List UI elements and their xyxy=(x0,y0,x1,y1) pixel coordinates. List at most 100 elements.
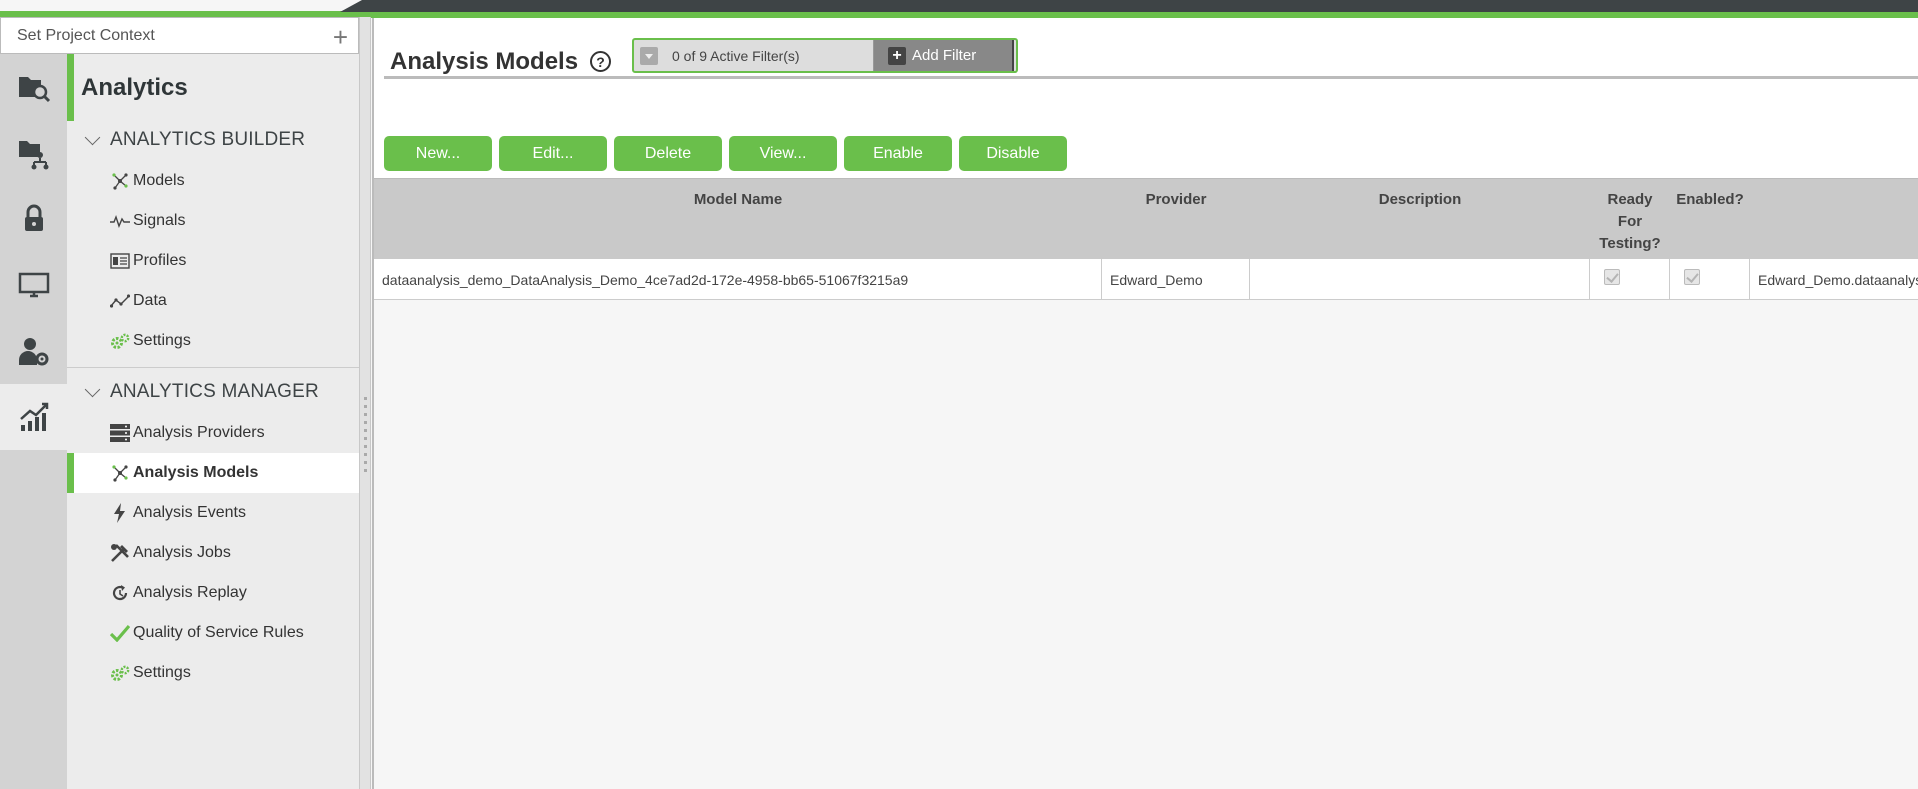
top-bar-slant xyxy=(340,0,362,12)
rail-folder-search[interactable] xyxy=(0,54,67,120)
table-row[interactable]: dataanalysis_demo_DataAnalysis_Demo_4ce7… xyxy=(374,259,1918,300)
toolbar: New... Edit... Delete View... Enable Dis… xyxy=(384,136,1074,171)
table-header: Model Name Provider Description Ready Fo… xyxy=(374,178,1918,259)
dropdown-arrow-icon xyxy=(640,46,658,65)
header-line: Ready xyxy=(1607,191,1653,208)
rail-lock[interactable] xyxy=(0,186,67,252)
checkmark-icon xyxy=(109,623,131,643)
nav-title: Analytics xyxy=(81,74,188,101)
active-filters-dropdown[interactable]: 0 of 9 Active Filter(s) xyxy=(634,40,874,71)
sidebar-item-models[interactable]: Models xyxy=(67,161,359,201)
new-button[interactable]: New... xyxy=(384,136,492,171)
nav-panel: Analytics ANALYTICS BUILDER Models Signa… xyxy=(67,54,359,789)
sidebar-item-label: Signals xyxy=(133,212,186,229)
sidebar-item-profiles[interactable]: Profiles xyxy=(67,241,359,281)
chevron-down-icon xyxy=(84,381,101,397)
header-line: For xyxy=(1617,213,1643,230)
user-gear-icon xyxy=(18,338,48,366)
cell-ready-for-testing xyxy=(1590,259,1670,300)
column-header-provider[interactable]: Provider xyxy=(1102,189,1250,211)
sidebar-item-label: Profiles xyxy=(133,252,187,269)
sidebar-item-label: Analysis Models xyxy=(133,464,259,481)
plus-icon: + xyxy=(888,46,906,65)
lock-icon xyxy=(24,204,43,231)
folder-tree-icon xyxy=(18,141,48,170)
profile-card-icon xyxy=(109,251,131,271)
sidebar-item-label: Analysis Jobs xyxy=(133,544,231,561)
plus-icon[interactable]: + xyxy=(333,22,348,53)
header-line: Testing? xyxy=(1599,235,1661,252)
server-stack-icon xyxy=(109,423,131,443)
filter-bar: 0 of 9 Active Filter(s) + Add Filter xyxy=(632,38,1018,73)
title-divider xyxy=(384,76,1918,79)
rail-monitor[interactable] xyxy=(0,252,67,318)
enabled-checkbox[interactable] xyxy=(1684,269,1700,285)
cell-description xyxy=(1250,259,1590,300)
sidebar-item-label: Analysis Events xyxy=(133,504,246,521)
icon-rail xyxy=(0,54,67,789)
panel-splitter[interactable] xyxy=(359,17,371,789)
section-analytics-builder[interactable]: ANALYTICS BUILDER xyxy=(84,129,305,151)
lightning-icon xyxy=(109,503,131,523)
tools-icon xyxy=(109,543,131,563)
sidebar-item-label: Settings xyxy=(133,332,191,349)
model-network-icon xyxy=(109,171,131,191)
sidebar-item-analysis-events[interactable]: Analysis Events xyxy=(67,493,359,533)
folder-search-icon xyxy=(18,77,50,103)
active-filters-label: 0 of 9 Active Filter(s) xyxy=(672,47,800,64)
sidebar-item-label: Settings xyxy=(133,664,191,681)
sidebar-item-analysis-jobs[interactable]: Analysis Jobs xyxy=(67,533,359,573)
ready-checkbox[interactable] xyxy=(1604,269,1620,285)
add-filter-button[interactable]: + Add Filter xyxy=(874,40,1014,71)
cell-provider: Edward_Demo xyxy=(1102,259,1250,300)
sidebar-item-qos-rules[interactable]: Quality of Service Rules xyxy=(67,613,359,653)
cell-enabled xyxy=(1670,259,1750,300)
sidebar-item-builder-settings[interactable]: Settings xyxy=(67,321,359,361)
rail-user-gear[interactable] xyxy=(0,318,67,384)
edit-button[interactable]: Edit... xyxy=(499,136,607,171)
enable-button[interactable]: Enable xyxy=(844,136,952,171)
column-header-enabled[interactable]: Enabled? xyxy=(1670,189,1750,211)
nav-divider xyxy=(67,367,359,368)
sidebar-item-signals[interactable]: Signals xyxy=(67,201,359,241)
replay-icon xyxy=(109,583,131,603)
sidebar-item-analysis-replay[interactable]: Analysis Replay xyxy=(67,573,359,613)
monitor-icon xyxy=(18,272,49,298)
project-context-placeholder: Set Project Context xyxy=(17,26,155,44)
model-network-icon xyxy=(109,463,131,483)
column-header-ready-for-testing[interactable]: Ready For Testing? xyxy=(1590,189,1670,255)
sidebar-item-analysis-models[interactable]: Analysis Models xyxy=(67,453,359,493)
add-filter-label: Add Filter xyxy=(912,47,977,64)
splitter-handle[interactable] xyxy=(364,397,367,477)
column-header-model-name[interactable]: Model Name xyxy=(374,189,1102,211)
data-line-icon xyxy=(109,291,131,311)
rail-folder-tree[interactable] xyxy=(0,120,67,186)
sidebar-item-label: Data xyxy=(133,292,167,309)
view-button[interactable]: View... xyxy=(729,136,837,171)
cell-extra: Edward_Demo.dataanalysis_demo xyxy=(1758,271,1918,288)
page-title: Analysis Models xyxy=(390,48,579,75)
sidebar-item-data[interactable]: Data xyxy=(67,281,359,321)
column-header-description[interactable]: Description xyxy=(1250,189,1590,211)
analytics-chart-icon xyxy=(19,402,48,431)
top-dark-bar xyxy=(362,0,1918,12)
main-header: Analysis Models ? 0 of 9 Active Filter(s… xyxy=(374,18,1918,178)
delete-button[interactable]: Delete xyxy=(614,136,722,171)
sidebar-item-analysis-providers[interactable]: Analysis Providers xyxy=(67,413,359,453)
gears-icon xyxy=(109,663,131,683)
sidebar-item-label: Models xyxy=(133,172,185,189)
sidebar-item-manager-settings[interactable]: Settings xyxy=(67,653,359,693)
help-icon[interactable]: ? xyxy=(590,51,611,72)
chevron-down-icon xyxy=(84,129,101,145)
disable-button[interactable]: Disable xyxy=(959,136,1067,171)
rail-analytics[interactable] xyxy=(0,384,67,450)
gears-icon xyxy=(109,331,131,351)
section-analytics-manager[interactable]: ANALYTICS MANAGER xyxy=(84,381,319,403)
nav-title-accent xyxy=(67,54,74,121)
main-content: Analysis Models ? 0 of 9 Active Filter(s… xyxy=(372,18,1918,789)
section-label: ANALYTICS MANAGER xyxy=(110,381,319,402)
project-context-field[interactable]: Set Project Context + xyxy=(0,17,359,54)
sidebar-item-label: Analysis Replay xyxy=(133,584,247,601)
signal-wave-icon xyxy=(109,211,131,231)
sidebar-item-label: Quality of Service Rules xyxy=(133,624,304,641)
